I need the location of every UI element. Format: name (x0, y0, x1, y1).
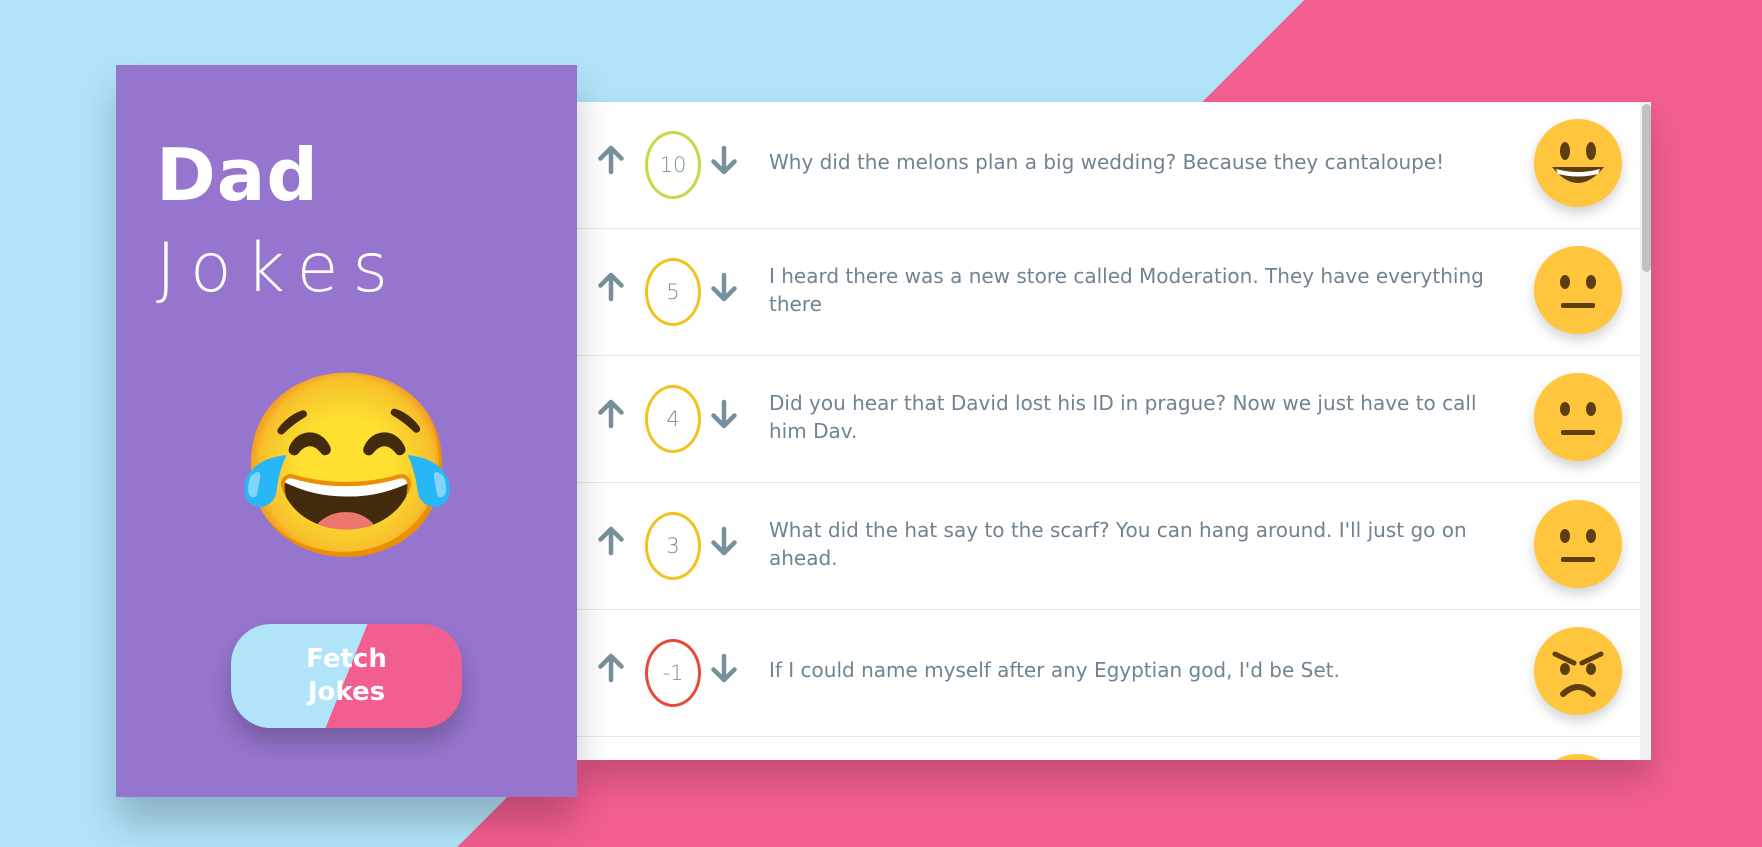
fetch-jokes-button[interactable]: Fetch Jokes (231, 624, 462, 728)
grinning-face-icon (1534, 119, 1622, 207)
arrow-up-icon[interactable] (593, 142, 629, 178)
joke-row: 3 What did the hat say to the scarf? You… (577, 483, 1640, 610)
joke-text: Why did the melons plan a big wedding? B… (769, 150, 1445, 174)
neutral-face-icon (1534, 246, 1622, 334)
arrow-down-icon[interactable] (706, 523, 742, 559)
vote-count: 3 (645, 512, 701, 580)
face-with-tears-of-joy-icon: 😂 (235, 366, 460, 567)
joke-row-partial (577, 737, 1640, 760)
joke-text: If I could name myself after any Egyptia… (769, 658, 1340, 682)
vote-count: 4 (645, 385, 701, 453)
vote-count: -1 (645, 639, 701, 707)
joke-text: Did you hear that David lost his ID in p… (769, 391, 1477, 443)
joke-row: 5 I heard there was a new store called M… (577, 229, 1640, 356)
title-dad: Dad (156, 133, 319, 217)
arrow-down-icon[interactable] (706, 269, 742, 305)
joke-text: What did the hat say to the scarf? You c… (769, 518, 1467, 570)
arrow-up-icon[interactable] (593, 396, 629, 432)
neutral-face-icon (1534, 500, 1622, 588)
fetch-jokes-label: Fetch Jokes (306, 644, 387, 707)
face-icon (1534, 754, 1622, 760)
joke-row: -1 If I could name myself after any Egyp… (577, 610, 1640, 737)
angry-face-icon (1534, 627, 1622, 715)
neutral-face-icon (1534, 373, 1622, 461)
scrollbar-thumb[interactable] (1642, 104, 1651, 272)
arrow-down-icon[interactable] (706, 142, 742, 178)
title-jokes: Jokes (156, 229, 402, 308)
arrow-up-icon[interactable] (593, 650, 629, 686)
vote-count: 5 (645, 258, 701, 326)
joke-row: 4 Did you hear that David lost his ID in… (577, 356, 1640, 483)
arrow-up-icon[interactable] (593, 523, 629, 559)
arrow-down-icon[interactable] (706, 396, 742, 432)
arrow-up-icon[interactable] (593, 269, 629, 305)
jokes-panel[interactable]: 10 Why did the melons plan a big wedding… (577, 102, 1651, 760)
vote-count: 10 (645, 131, 701, 199)
sidebar: Dad Jokes 😂 Fetch Jokes (116, 65, 577, 797)
arrow-down-icon[interactable] (706, 650, 742, 686)
joke-row: 10 Why did the melons plan a big wedding… (577, 102, 1640, 229)
joke-text: I heard there was a new store called Mod… (769, 264, 1484, 316)
scrollbar[interactable] (1640, 102, 1651, 760)
